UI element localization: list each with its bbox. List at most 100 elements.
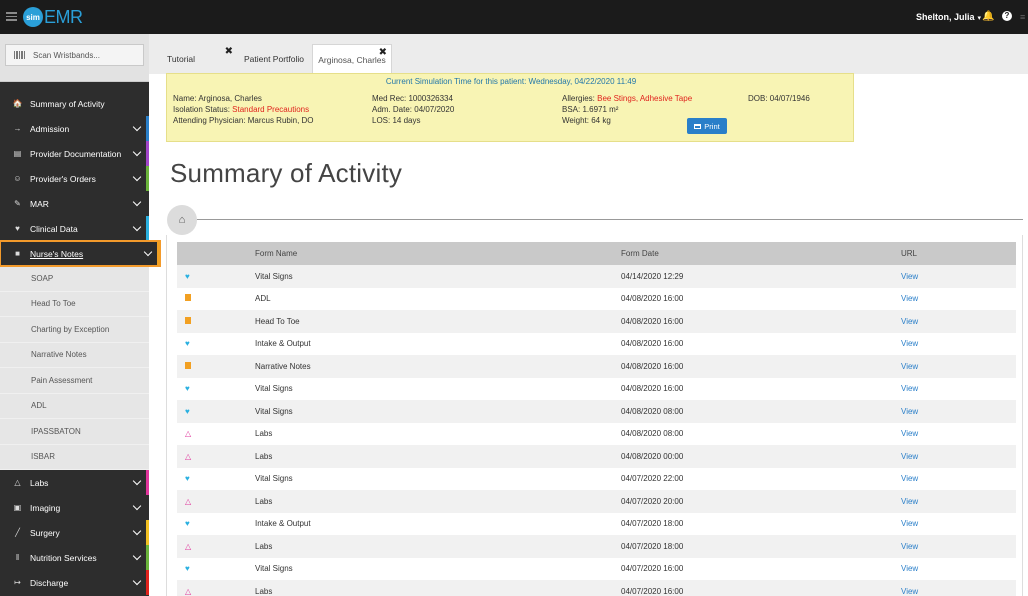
view-link[interactable]: View xyxy=(901,272,918,281)
flask-icon: △ xyxy=(185,429,192,439)
view-link[interactable]: View xyxy=(901,384,918,393)
view-link[interactable]: View xyxy=(901,429,918,438)
url-cell: View xyxy=(901,339,1016,348)
sidebar-item-provider-s-orders[interactable]: ☺ Provider's Orders xyxy=(0,166,149,191)
view-link[interactable]: View xyxy=(901,407,918,416)
sidebar-item-label: Nutrition Services xyxy=(30,552,97,563)
chevron-down-icon[interactable] xyxy=(132,576,142,586)
overflow-menu-icon[interactable]: ≡ xyxy=(1020,12,1025,22)
sidebar-item-surgery[interactable]: ╱ Surgery xyxy=(0,520,149,545)
form-name-cell: Vital Signs xyxy=(255,384,293,394)
form-name-cell: Vital Signs xyxy=(255,406,293,416)
tab-patient-portfolio[interactable]: Patient Portfolio xyxy=(237,44,311,74)
header-form-name: Form Name xyxy=(255,249,298,258)
submenu-item-ipassbaton[interactable]: IPASSBATON xyxy=(0,419,149,445)
sidebar-item-nurse-s-notes[interactable]: ■ Nurse's Notes xyxy=(0,240,161,267)
table-row: ♥ Vital Signs 04/07/2020 16:00 View xyxy=(177,557,1016,580)
submenu-item-narrative-notes[interactable]: Narrative Notes xyxy=(0,343,149,368)
view-link[interactable]: View xyxy=(901,362,918,371)
sidebar-item-imaging[interactable]: ▣ Imaging xyxy=(0,495,149,520)
length-of-stay: LOS: 14 days xyxy=(372,116,421,125)
scan-wristbands-button[interactable]: Scan Wristbands... xyxy=(5,44,144,66)
form-name-cell: Vital Signs xyxy=(255,474,293,484)
view-link[interactable]: View xyxy=(901,474,918,483)
url-cell: View xyxy=(901,542,1016,551)
sidebar-item-admission[interactable]: → Admission xyxy=(0,116,149,141)
view-link[interactable]: View xyxy=(901,317,918,326)
sidebar-item-label: Clinical Data xyxy=(30,223,78,234)
submenu-item-soap[interactable]: SOAP xyxy=(0,266,149,292)
section-color-stripe xyxy=(146,495,149,520)
view-link[interactable]: View xyxy=(901,587,918,596)
sidebar-item-labs[interactable]: △ Labs xyxy=(0,470,149,495)
print-button[interactable]: Print xyxy=(687,118,727,134)
sidebar-item-provider-documentation[interactable]: ▤ Provider Documentation xyxy=(0,141,149,166)
sidebar-item-mar[interactable]: ✎ MAR xyxy=(0,191,149,216)
home-icon[interactable]: ⌂ xyxy=(167,205,197,235)
form-date-cell: 04/08/2020 08:00 xyxy=(621,406,684,416)
form-name-cell: Labs xyxy=(255,496,273,506)
submenu-item-pain-assessment[interactable]: Pain Assessment xyxy=(0,368,149,394)
row-icon-cell: ♥ xyxy=(177,272,255,281)
hamburger-menu-icon[interactable] xyxy=(6,12,17,21)
sidebar-item-nutrition-services[interactable]: ‖ Nutrition Services xyxy=(0,545,149,570)
view-link[interactable]: View xyxy=(901,519,918,528)
chevron-down-icon[interactable] xyxy=(132,222,142,232)
page-title: Summary of Activity xyxy=(170,158,403,188)
table-row: ♥ Vital Signs 04/14/2020 12:29 View xyxy=(177,265,1016,288)
view-link[interactable]: View xyxy=(901,564,918,573)
submenu-item-head-to-toe[interactable]: Head To Toe xyxy=(0,292,149,317)
row-icon-cell xyxy=(177,361,255,371)
clinical-data-icon: ♥ xyxy=(15,224,20,233)
chevron-down-icon[interactable] xyxy=(132,122,142,132)
sidebar-item-label: Provider's Orders xyxy=(30,173,96,184)
close-icon[interactable]: ✖ xyxy=(225,46,233,57)
chevron-down-icon[interactable] xyxy=(132,526,142,536)
row-icon-cell: ♥ xyxy=(177,339,255,348)
form-date-cell: 04/07/2020 16:00 xyxy=(621,564,684,574)
sidebar-item-discharge[interactable]: ↦ Discharge xyxy=(0,570,149,595)
section-color-stripe xyxy=(146,141,149,166)
view-link[interactable]: View xyxy=(901,294,918,303)
sidebar-item-clinical-data[interactable]: ♥ Clinical Data xyxy=(0,216,149,241)
surgery-icon: ╱ xyxy=(15,528,20,537)
submenu-item-adl[interactable]: ADL xyxy=(0,394,149,419)
close-icon[interactable]: ✖ xyxy=(379,47,387,58)
form-name-cell: Labs xyxy=(255,541,273,551)
note-icon xyxy=(185,294,191,302)
table-row: ♥ Vital Signs 04/07/2020 22:00 View xyxy=(177,467,1016,490)
tab-tutorial[interactable]: Tutorial ✖ xyxy=(159,44,237,74)
app-logo[interactable]: sim EMR xyxy=(23,7,83,27)
bell-icon[interactable]: 🔔 xyxy=(982,11,994,22)
form-name-cell: ADL xyxy=(255,294,271,304)
view-link[interactable]: View xyxy=(901,339,918,348)
form-date-cell: 04/14/2020 12:29 xyxy=(621,271,684,281)
table-row: △ Labs 04/08/2020 00:00 View xyxy=(177,445,1016,468)
table-row: ADL 04/08/2020 16:00 View xyxy=(177,287,1016,310)
submenu-item-charting-by-exception[interactable]: Charting by Exception xyxy=(0,317,149,343)
form-name-cell: Labs xyxy=(255,451,273,461)
user-menu[interactable]: Shelton, Julia ▾ xyxy=(916,12,981,22)
table-row: Narrative Notes 04/08/2020 16:00 View xyxy=(177,355,1016,378)
chevron-down-icon[interactable] xyxy=(132,551,142,561)
section-color-stripe xyxy=(146,520,149,545)
chevron-down-icon[interactable] xyxy=(132,172,142,182)
chevron-down-icon[interactable] xyxy=(132,197,142,207)
tab-patient-arginosa[interactable]: Arginosa, Charles ✖ xyxy=(312,44,392,74)
view-link[interactable]: View xyxy=(901,542,918,551)
isolation-status: Isolation Status: Standard Precautions xyxy=(173,105,309,114)
chevron-down-icon[interactable] xyxy=(132,501,142,511)
chevron-down-icon[interactable] xyxy=(132,147,142,157)
submenu-item-isbar[interactable]: ISBAR xyxy=(0,445,149,470)
help-icon[interactable]: ? xyxy=(1002,11,1012,21)
view-link[interactable]: View xyxy=(901,452,918,461)
view-link[interactable]: View xyxy=(901,497,918,506)
chevron-down-icon[interactable] xyxy=(132,476,142,486)
attending-physician: Attending Physician: Marcus Rubin, DO xyxy=(173,116,314,125)
note-icon xyxy=(185,361,191,369)
chevron-down-icon[interactable] xyxy=(143,247,153,257)
heart-icon: ♥ xyxy=(185,406,190,416)
sidebar-item-summary-of-activity[interactable]: 🏠 Summary of Activity xyxy=(0,91,149,116)
url-cell: View xyxy=(901,362,1016,371)
scan-wristbands-label: Scan Wristbands... xyxy=(33,50,100,60)
